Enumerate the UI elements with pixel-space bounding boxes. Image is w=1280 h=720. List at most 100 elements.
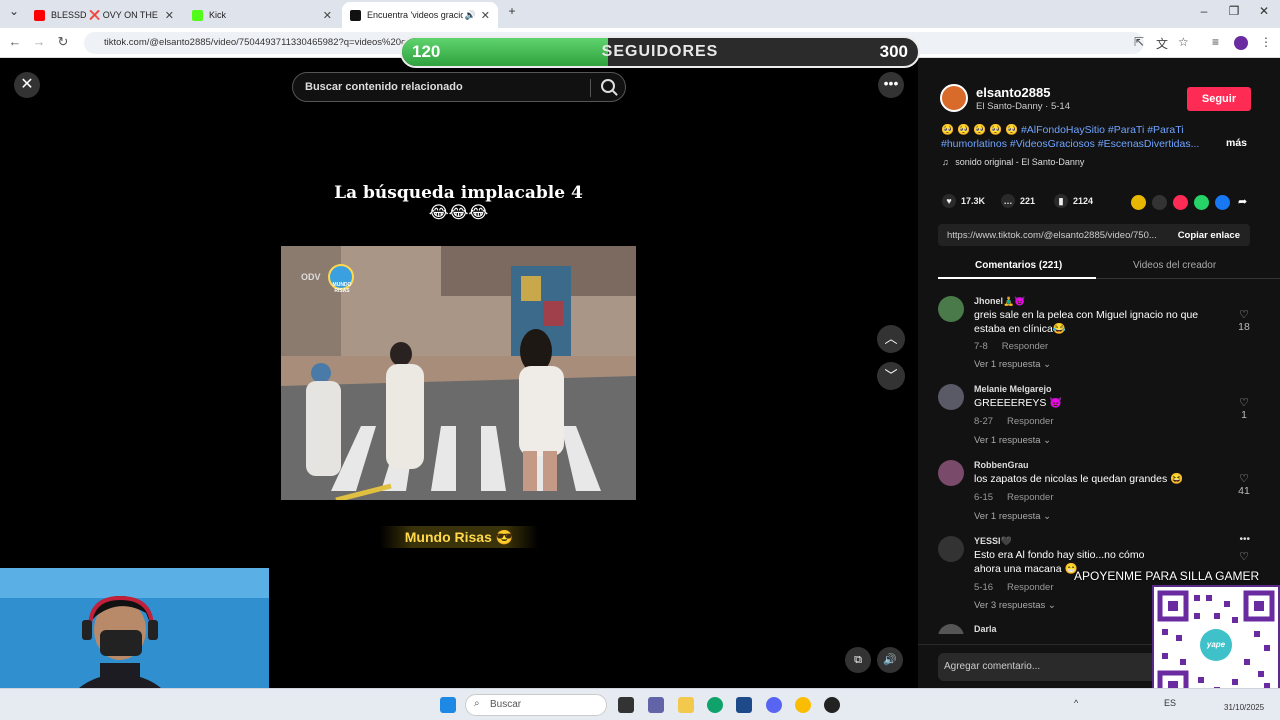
translate-icon[interactable]: 文	[1156, 35, 1168, 52]
author-username[interactable]: elsanto2885	[976, 85, 1050, 100]
author-meta: El Santo-Danny · 5-14	[976, 101, 1070, 112]
bookmark-star-icon[interactable]: ☆	[1178, 35, 1189, 49]
comment-author[interactable]: Melanie Melgarejo	[974, 384, 1052, 394]
facebook-icon[interactable]	[1215, 195, 1230, 210]
obs-icon[interactable]	[824, 697, 840, 713]
save-count: 2124	[1073, 196, 1094, 206]
search-icon[interactable]	[601, 79, 615, 93]
comment-avatar[interactable]	[938, 384, 964, 410]
tab-creator-videos[interactable]: Videos del creador	[1133, 260, 1216, 271]
save-stat[interactable]: ▮ 2124	[1054, 194, 1093, 208]
tab-divider	[1096, 278, 1280, 279]
window-close-icon[interactable]: ✕	[1254, 4, 1274, 18]
comment-placeholder: Agregar comentario...	[944, 661, 1041, 672]
profile-avatar[interactable]	[1234, 36, 1248, 50]
copy-link-button[interactable]: Copiar enlace	[1178, 230, 1240, 241]
search-divider	[590, 79, 591, 97]
new-tab-icon[interactable]: +	[502, 4, 522, 18]
tab-label: BLESSD ❌ OVY ON THE DRUMS	[51, 9, 161, 20]
reply-button[interactable]: Responder	[1007, 582, 1053, 593]
comment-author[interactable]: Darla	[974, 624, 997, 634]
comment-options-icon[interactable]: •••	[1239, 534, 1250, 545]
share-arrow-icon[interactable]: ➦	[1238, 195, 1247, 208]
heart-icon: ♥	[942, 194, 956, 208]
volume-icon[interactable]: 🔊	[877, 647, 903, 673]
discord-icon[interactable]	[766, 697, 782, 713]
task-view-icon[interactable]	[618, 697, 634, 713]
chrome-icon[interactable]	[795, 697, 811, 713]
view-replies-button[interactable]: Ver 3 respuestas ⌄	[974, 600, 1056, 611]
more-options-button[interactable]: •••	[878, 72, 904, 98]
view-replies-button[interactable]: Ver 1 respuesta ⌄	[974, 359, 1051, 370]
audio-playing-icon[interactable]: 🔊	[465, 10, 476, 21]
video-caption-title: La búsqueda implacable 4 😂😂😂	[281, 183, 636, 223]
like-stat[interactable]: ♥ 17.3K	[942, 194, 985, 208]
comment-avatar[interactable]	[938, 460, 964, 486]
reply-button[interactable]: Responder	[1007, 492, 1053, 503]
whatsapp-icon[interactable]	[1194, 195, 1209, 210]
comment-avatar[interactable]	[938, 624, 964, 634]
tab-tiktok[interactable]: Encuentra 'videos graciosos' 🔊 ✕	[342, 2, 498, 28]
install-icon[interactable]: ⇱	[1134, 35, 1144, 49]
repost-icon[interactable]	[1131, 195, 1146, 210]
comment-avatar[interactable]	[938, 536, 964, 562]
tab-comments[interactable]: Comentarios (221)	[975, 260, 1062, 271]
close-tab-icon[interactable]: ✕	[323, 9, 332, 22]
tab-kick[interactable]: Kick ✕	[184, 2, 340, 28]
windows-start-icon[interactable]	[440, 697, 456, 713]
comment-like[interactable]: ♡ 41	[1234, 472, 1254, 497]
store-icon[interactable]	[736, 697, 752, 713]
caption-hashtags[interactable]: 🥺 🥺 🥺 🥺 🥺 #AlFondoHaySitio #ParaTi #Para…	[941, 124, 1199, 150]
comment-meta: 5-16 Responder	[974, 582, 1054, 593]
related-search-input[interactable]: Buscar contenido relacionado	[292, 72, 626, 102]
back-icon[interactable]: ←	[6, 34, 24, 49]
comment-avatar[interactable]	[938, 296, 964, 322]
view-replies-button[interactable]: Ver 1 respuesta ⌄	[974, 435, 1051, 446]
windows-taskbar: ⌕ Buscar ^ ES 31/10/2025	[0, 688, 1280, 720]
comment-like[interactable]: ♡ 18	[1234, 308, 1254, 333]
embed-icon[interactable]	[1152, 195, 1167, 210]
author-avatar[interactable]	[940, 84, 968, 112]
comment-like[interactable]: ♡	[1234, 550, 1254, 563]
follow-label: Seguir	[1201, 93, 1237, 105]
reply-button[interactable]: Responder	[1002, 341, 1048, 352]
comment-like[interactable]: ♡ 1	[1234, 396, 1254, 421]
file-explorer-icon[interactable]	[678, 697, 694, 713]
more-link[interactable]: más	[1226, 137, 1247, 149]
reply-button[interactable]: Responder	[1007, 416, 1053, 427]
close-tab-icon[interactable]: ✕	[165, 9, 174, 22]
reload-icon[interactable]: ↻	[54, 34, 72, 50]
comment-author[interactable]: YESSI🖤	[974, 536, 1012, 547]
comment-meta: 7-8 Responder	[974, 341, 1048, 352]
close-tab-icon[interactable]: ✕	[481, 9, 490, 22]
view-replies-button[interactable]: Ver 1 respuesta ⌄	[974, 511, 1051, 522]
language-indicator[interactable]: ES	[1164, 698, 1176, 708]
minimize-icon[interactable]: –	[1194, 4, 1214, 18]
close-video-button[interactable]: ✕	[14, 72, 40, 98]
clock-date[interactable]: 31/10/2025	[1224, 703, 1264, 712]
comment-author[interactable]: Jhonel🧘‍♂️😈	[974, 296, 1025, 307]
send-icon[interactable]	[1173, 195, 1188, 210]
menu-kebab-icon[interactable]: ⋮	[1260, 35, 1272, 49]
taskbar-search[interactable]: ⌕ Buscar	[465, 694, 607, 716]
bookmark-icon: ▮	[1054, 194, 1068, 208]
tray-chevron-icon[interactable]: ^	[1074, 698, 1078, 708]
comment-input[interactable]: Agregar comentario...	[938, 653, 1158, 681]
mini-player-button[interactable]: ⧉	[845, 647, 871, 673]
edge-icon[interactable]	[707, 697, 723, 713]
sound-line[interactable]: ♫ sonido original - El Santo-Danny	[942, 157, 1084, 167]
tab-list-icon[interactable]: ⌄	[4, 4, 24, 18]
reading-list-icon[interactable]: ≡	[1212, 35, 1219, 49]
next-video-button[interactable]: ﹀	[877, 362, 905, 390]
comment-author[interactable]: RobbenGrau	[974, 460, 1029, 470]
forward-icon[interactable]: →	[30, 34, 48, 49]
active-tab-indicator	[938, 277, 1096, 279]
maximize-icon[interactable]: ❐	[1224, 4, 1244, 18]
previous-video-button[interactable]: ︿	[877, 325, 905, 353]
comment-like-count: 1	[1241, 409, 1247, 421]
teams-icon[interactable]	[648, 697, 664, 713]
follow-button[interactable]: Seguir	[1187, 87, 1251, 111]
comment-stat[interactable]: … 221	[1001, 194, 1035, 208]
share-url[interactable]: https://www.tiktok.com/@elsanto2885/vide…	[947, 230, 1157, 241]
tab-youtube[interactable]: BLESSD ❌ OVY ON THE DRUMS ✕	[26, 2, 182, 28]
